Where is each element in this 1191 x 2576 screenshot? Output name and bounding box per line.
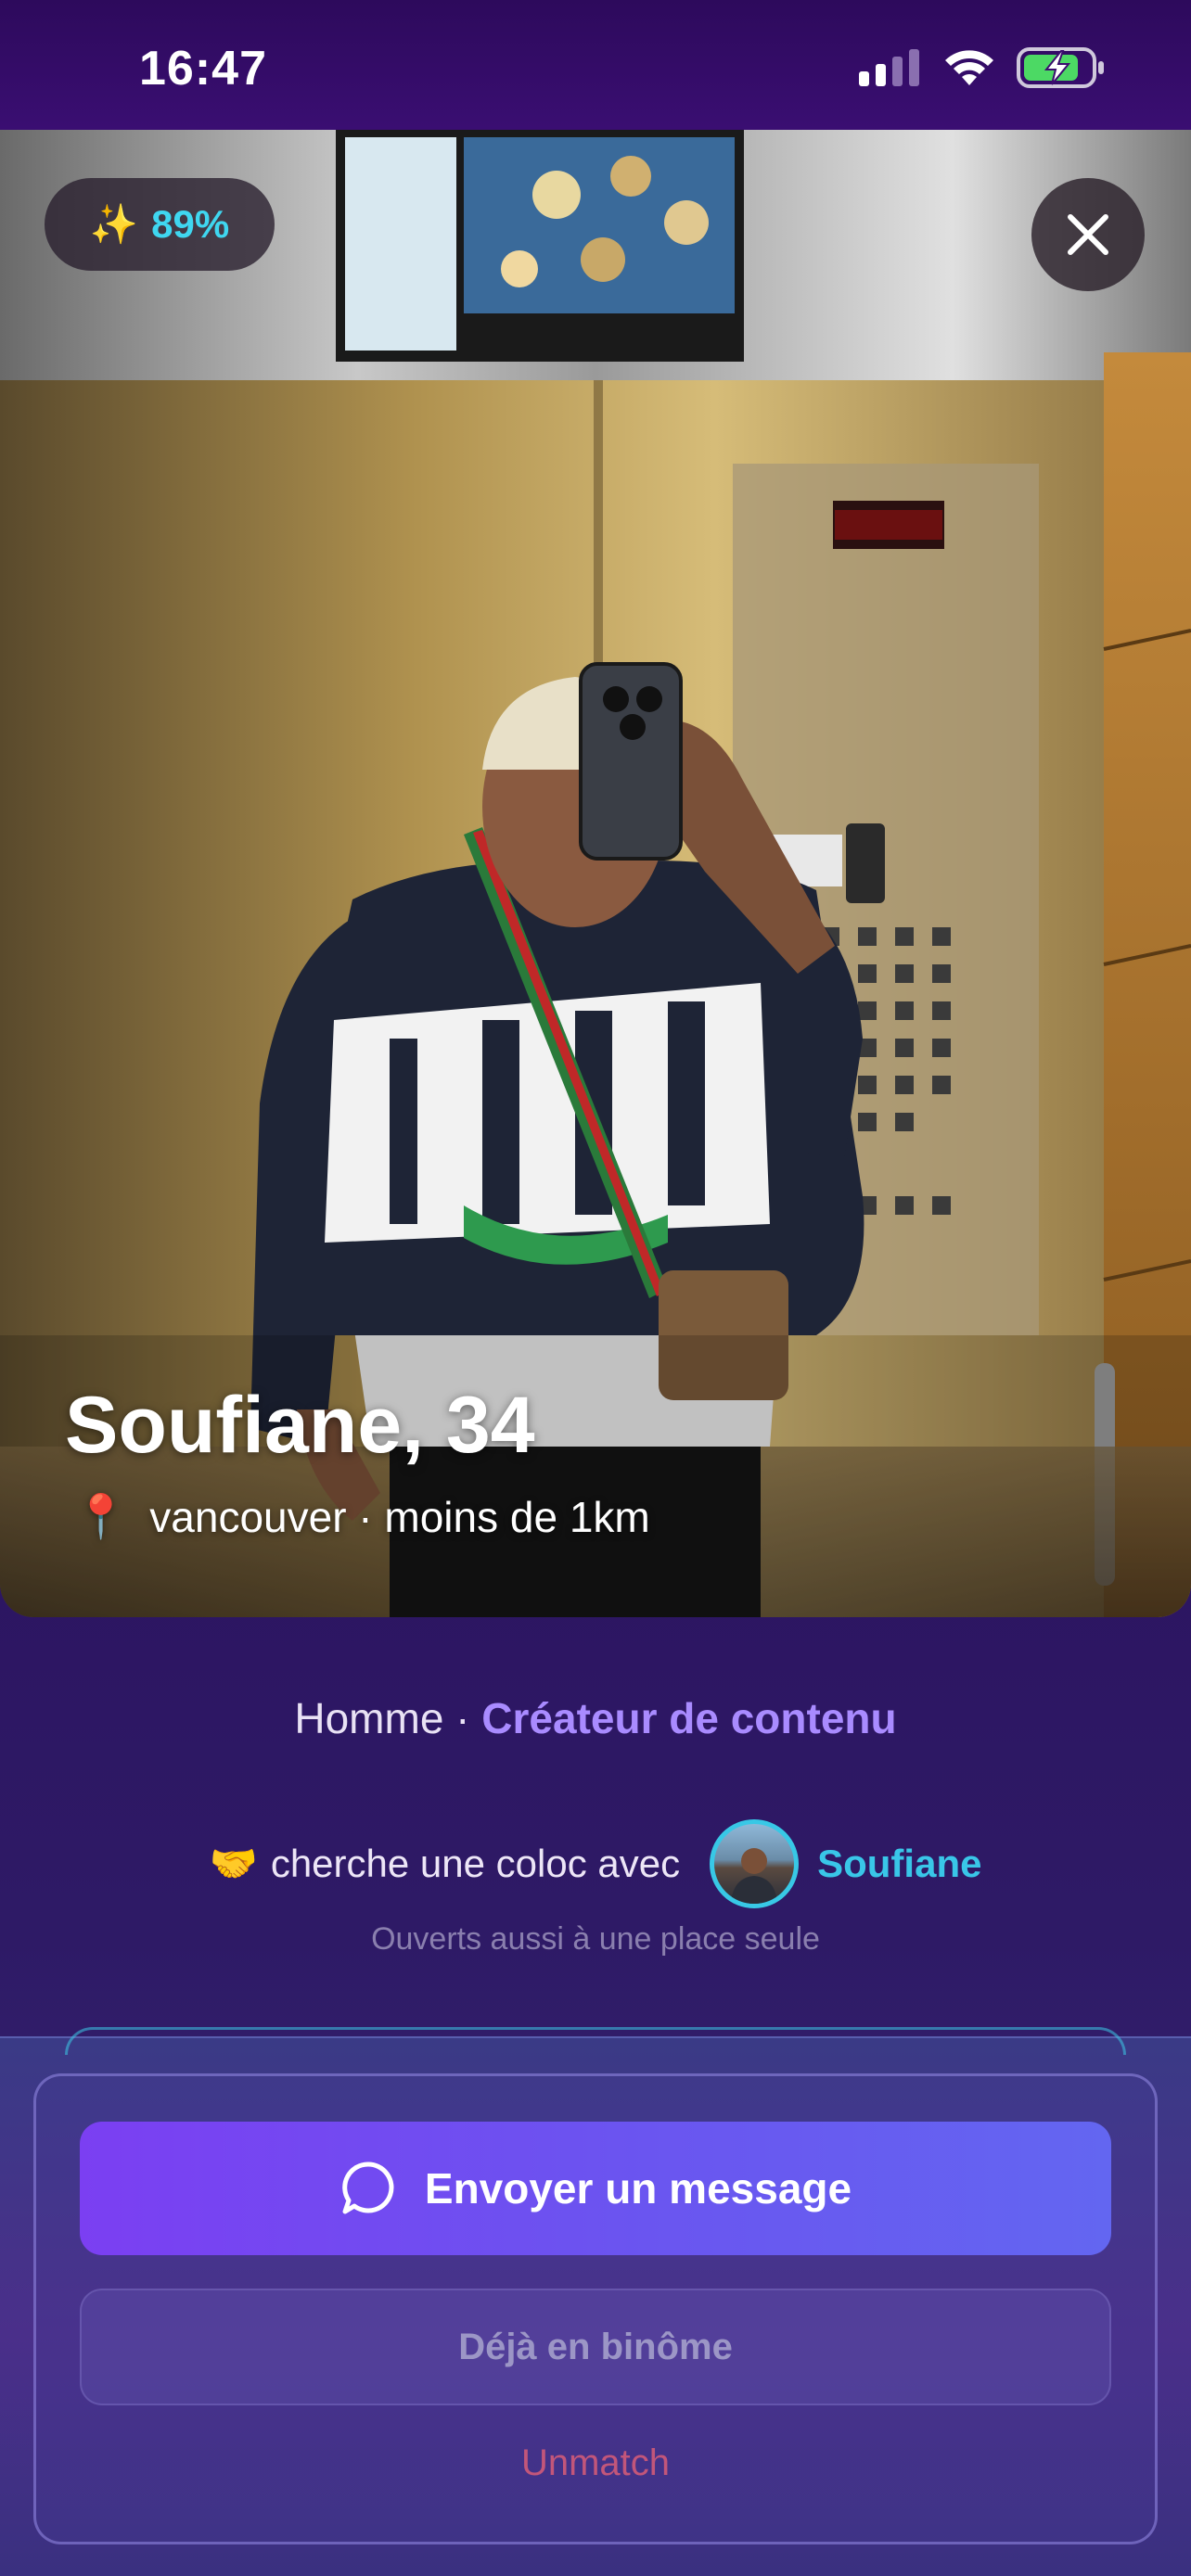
profession-label: Créateur de contenu [481,1694,897,1742]
profile-name: Soufiane, 34 [65,1381,535,1470]
status-time: 16:47 [139,42,267,96]
gender-label: Homme [294,1694,444,1742]
status-bar: 16:47 [0,0,1191,130]
already-paired-label: Déjà en binôme [458,2326,733,2367]
location-text: vancouver · moins de 1km [149,1492,650,1541]
compatibility-chip: ✨ 89% [45,178,275,271]
separator: · [443,1694,482,1742]
profile-location: 📍 vancouver · moins de 1km [74,1491,650,1542]
already-paired-button[interactable]: Déjà en binôme [80,2289,1111,2405]
avatar[interactable] [710,1819,800,1908]
close-icon [1068,214,1108,255]
avatar-image [731,1848,778,1904]
battery-charging-icon [1017,46,1106,93]
close-button[interactable] [1031,178,1145,291]
send-message-button[interactable]: Envoyer un message [80,2122,1111,2255]
coloc-note: Ouverts aussi à une place seule [371,1921,820,1957]
profile-photo[interactable]: ✨ 89% Soufiane, 34 📍 vancouver · moins d… [0,130,1191,1617]
coloc-row: 🤝 cherche une coloc avec Soufiane [0,1819,1191,1908]
signal-icon [859,48,922,91]
status-icons [859,46,1106,93]
sparkles-icon: ✨ [89,201,139,246]
hidden-card-edge [65,2027,1126,2055]
unmatch-button[interactable]: Unmatch [0,2442,1191,2484]
send-message-label: Envoyer un message [424,2164,852,2213]
coloc-text: cherche une coloc avec [270,1842,681,1885]
chat-bubble-icon [342,2162,394,2214]
gender-profession: Homme · Créateur de contenu [0,1693,1191,1743]
handshake-icon: 🤝 [209,1841,258,1885]
pin-icon: 📍 [74,1492,128,1540]
coloc-partner-name[interactable]: Soufiane [817,1842,981,1886]
wifi-icon [942,48,996,92]
compatibility-score: 89% [151,202,230,246]
